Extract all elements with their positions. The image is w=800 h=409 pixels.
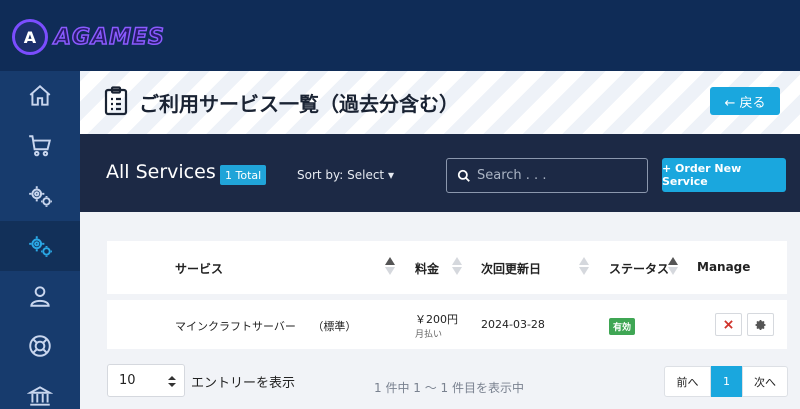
column-header-service[interactable]: サービス: [175, 260, 223, 277]
lifebuoy-icon: [29, 335, 51, 357]
table-row[interactable]: マインクラフトサーバー （標準） ￥200円 月払い 2024-03-28 有効: [107, 300, 787, 349]
service-name[interactable]: マインクラフトサーバー （標準）: [175, 318, 356, 334]
clipboard-icon: [104, 86, 128, 116]
column-header-status[interactable]: ステータス: [609, 260, 669, 277]
sidebar-item-billing[interactable]: [0, 371, 80, 409]
pagination: 前へ 1 次へ: [664, 366, 788, 397]
cancel-service-button[interactable]: [715, 313, 742, 336]
prev-page-button[interactable]: 前へ: [664, 366, 711, 397]
select-arrows-icon: [168, 376, 176, 387]
page-header: ご利用サービス一覧（過去分含む） ← 戻る: [80, 71, 800, 134]
logo-text: AGAMES: [53, 24, 165, 51]
sort-arrows-icon[interactable]: [384, 256, 396, 276]
top-bar: A AGAMES: [0, 0, 800, 71]
home-icon: [29, 84, 51, 106]
sidebar-item-home[interactable]: [0, 71, 80, 121]
sidebar-item-cart[interactable]: [0, 121, 80, 171]
sort-dropdown[interactable]: Sort by: Select ▾: [297, 168, 394, 182]
order-new-service-button[interactable]: + Order New Service: [662, 158, 786, 192]
close-icon: [724, 320, 733, 329]
next-due-date: 2024-03-28: [481, 318, 545, 331]
page-1-button[interactable]: 1: [711, 366, 742, 397]
services-toolbar: All Services 1 Total Sort by: Select ▾ +…: [80, 134, 800, 212]
sidebar-item-support[interactable]: [0, 321, 80, 371]
user-icon: [30, 286, 50, 307]
cart-icon: [29, 135, 51, 157]
search-icon: [457, 169, 470, 182]
table-header: サービス 料金 次回更新日 ステータス Manage: [107, 241, 787, 294]
billing-cycle: 月払い: [415, 330, 443, 340]
logo[interactable]: A AGAMES: [12, 19, 165, 55]
page-title: ご利用サービス一覧（過去分含む）: [139, 92, 459, 116]
search-box[interactable]: [446, 158, 648, 193]
sort-arrows-icon[interactable]: [451, 256, 463, 276]
manage-service-button[interactable]: [747, 313, 774, 336]
entries-value: 10: [119, 373, 136, 388]
column-header-next-due[interactable]: 次回更新日: [481, 260, 541, 277]
sidebar-item-services-active[interactable]: [0, 221, 80, 271]
price: ￥200円: [415, 313, 458, 326]
sidebar-item-account[interactable]: [0, 271, 80, 321]
column-header-manage: Manage: [697, 260, 751, 274]
services-title: All Services: [106, 161, 216, 183]
entries-label: エントリーを表示: [191, 376, 296, 391]
status-badge: 有効: [609, 318, 636, 335]
table-info: 1 件中 1 ～ 1 件目を表示中: [374, 381, 524, 395]
total-badge: 1 Total: [220, 165, 267, 185]
sort-arrows-icon[interactable]: [667, 256, 679, 276]
back-button[interactable]: ← 戻る: [710, 87, 780, 115]
search-input[interactable]: [477, 168, 637, 183]
gears-icon: [29, 236, 52, 257]
bank-icon: [27, 386, 53, 406]
sidebar-item-services[interactable]: [0, 171, 80, 221]
logo-mark-icon: A: [12, 19, 48, 55]
entries-select[interactable]: 10: [107, 364, 185, 397]
sort-arrows-icon[interactable]: [578, 256, 590, 276]
gears-icon: [29, 186, 52, 207]
column-header-price[interactable]: 料金: [415, 260, 439, 277]
next-page-button[interactable]: 次へ: [742, 366, 788, 397]
gear-icon: [755, 319, 765, 330]
sidebar: [0, 71, 80, 409]
